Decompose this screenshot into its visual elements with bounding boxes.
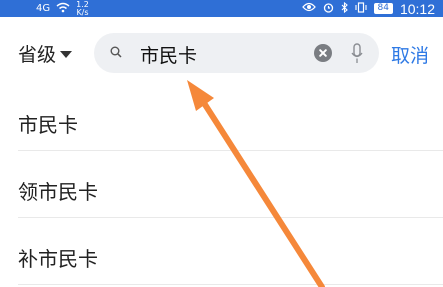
clear-icon[interactable]	[314, 44, 332, 62]
wifi-icon	[56, 2, 70, 16]
status-left: 4G 1.2 K/s	[36, 0, 89, 17]
caret-down-icon	[60, 51, 73, 58]
list-item-label: 补市民卡	[18, 247, 98, 271]
province-selector[interactable]: 省级	[18, 40, 73, 67]
list-item-label: 领市民卡	[18, 180, 98, 204]
vibrate-icon	[354, 1, 367, 16]
microphone-icon[interactable]	[351, 43, 363, 65]
alarm-icon	[323, 2, 334, 16]
search-icon	[110, 46, 122, 58]
list-item-label: 市民卡	[18, 113, 78, 137]
status-bar: 4G 1.2 K/s 84 10:12	[0, 0, 443, 17]
search-box[interactable]: 市民卡	[94, 33, 379, 73]
status-right: 84 10:12	[301, 0, 435, 17]
battery-indicator: 84	[373, 3, 393, 14]
search-header: 省级 市民卡 取消	[0, 26, 443, 84]
network-speed: 1.2 K/s	[76, 0, 89, 17]
signal-indicator: 4G	[36, 3, 51, 14]
clock: 10:12	[399, 0, 435, 17]
search-input[interactable]: 市民卡	[140, 41, 197, 68]
result-list: 市民卡 领市民卡 补市民卡	[0, 84, 443, 285]
list-item[interactable]: 补市民卡	[18, 218, 443, 285]
bluetooth-icon	[341, 1, 348, 16]
network-speed-unit: K/s	[76, 7, 89, 17]
list-item[interactable]: 领市民卡	[18, 151, 443, 218]
eye-icon	[301, 2, 316, 15]
cancel-button[interactable]: 取消	[391, 41, 429, 68]
list-item[interactable]: 市民卡	[18, 84, 443, 151]
province-label: 省级	[18, 44, 57, 66]
